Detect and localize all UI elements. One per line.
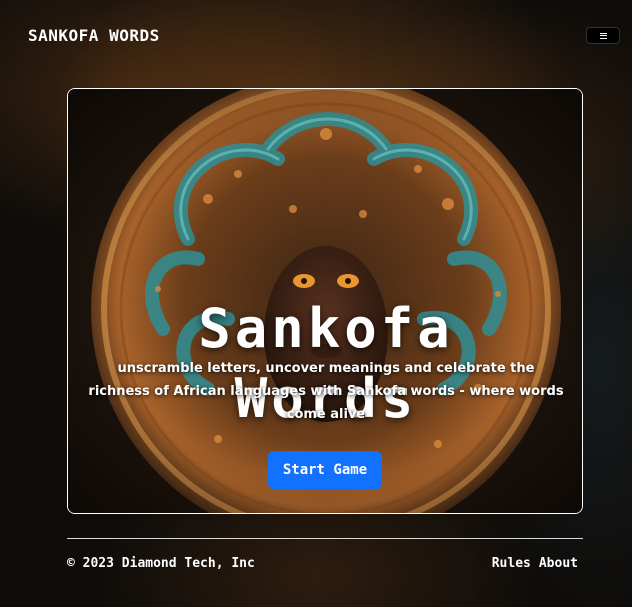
hero-card: Sankofa Words unscramble letters, uncove… [67, 88, 583, 514]
brand-logo-text[interactable]: SANKOFA WORDS [28, 26, 160, 45]
navbar: SANKOFA WORDS [0, 0, 632, 72]
tagline-line: come alive [286, 407, 366, 422]
footer-links: Rules About [492, 556, 578, 571]
tagline-line: unscramble letters, uncover meanings and… [117, 361, 535, 376]
rules-link[interactable]: Rules [492, 556, 531, 571]
start-game-button[interactable]: Start Game [268, 451, 382, 489]
about-link[interactable]: About [539, 556, 578, 571]
hamburger-menu-icon [599, 32, 607, 39]
tagline-line: richness of African languages with Sanko… [88, 384, 564, 399]
menu-button[interactable] [586, 27, 620, 44]
hero-tagline: unscramble letters, uncover meanings and… [68, 357, 582, 426]
copyright-text: © 2023 Diamond Tech, Inc [67, 556, 255, 571]
footer-divider [67, 538, 583, 539]
hero-title-line: Sankofa [198, 297, 454, 360]
